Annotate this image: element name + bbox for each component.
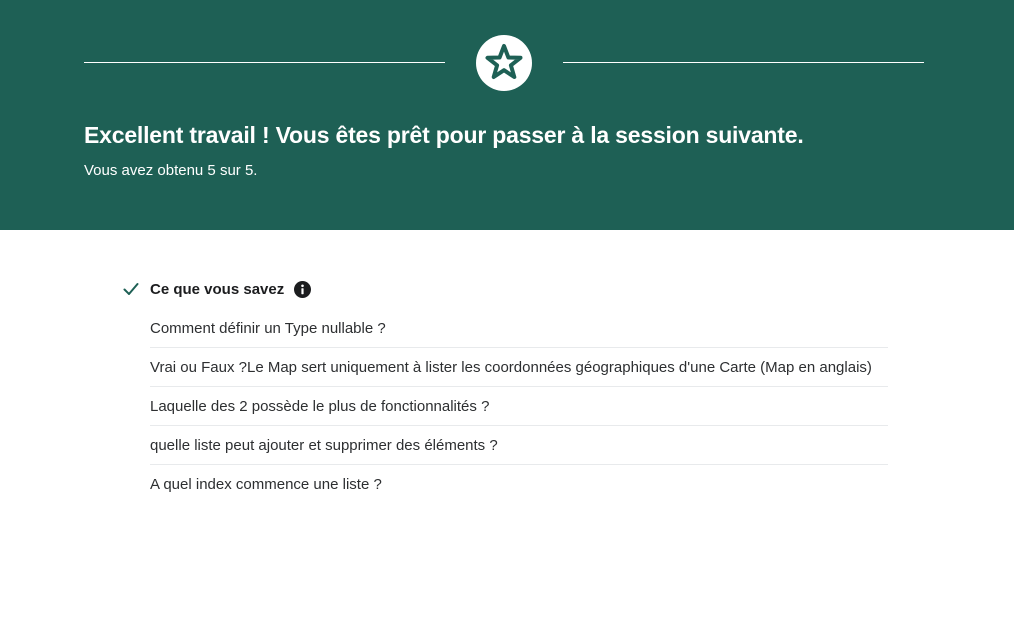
score-text: Vous avez obtenu 5 sur 5. (84, 162, 258, 179)
divider-right (563, 62, 924, 63)
check-icon (122, 280, 140, 298)
result-banner: Excellent travail ! Vous êtes prêt pour … (0, 0, 1014, 230)
star-icon (485, 44, 523, 79)
star-badge (476, 35, 532, 91)
info-icon[interactable] (294, 280, 312, 298)
known-topics-list: Comment définir un Type nullable ? Vrai … (150, 309, 888, 504)
list-item: Laquelle des 2 possède le plus de foncti… (150, 387, 888, 426)
divider-left (84, 62, 445, 63)
section-title: Ce que vous savez (150, 280, 285, 298)
known-topics-header: Ce que vous savez (122, 278, 312, 300)
list-item: Vrai ou Faux ?Le Map sert uniquement à l… (150, 348, 888, 387)
list-item: quelle liste peut ajouter et supprimer d… (150, 426, 888, 465)
list-item: A quel index commence une liste ? (150, 476, 382, 493)
result-headline: Excellent travail ! Vous êtes prêt pour … (84, 122, 804, 148)
list-item: Comment définir un Type nullable ? (150, 309, 888, 348)
